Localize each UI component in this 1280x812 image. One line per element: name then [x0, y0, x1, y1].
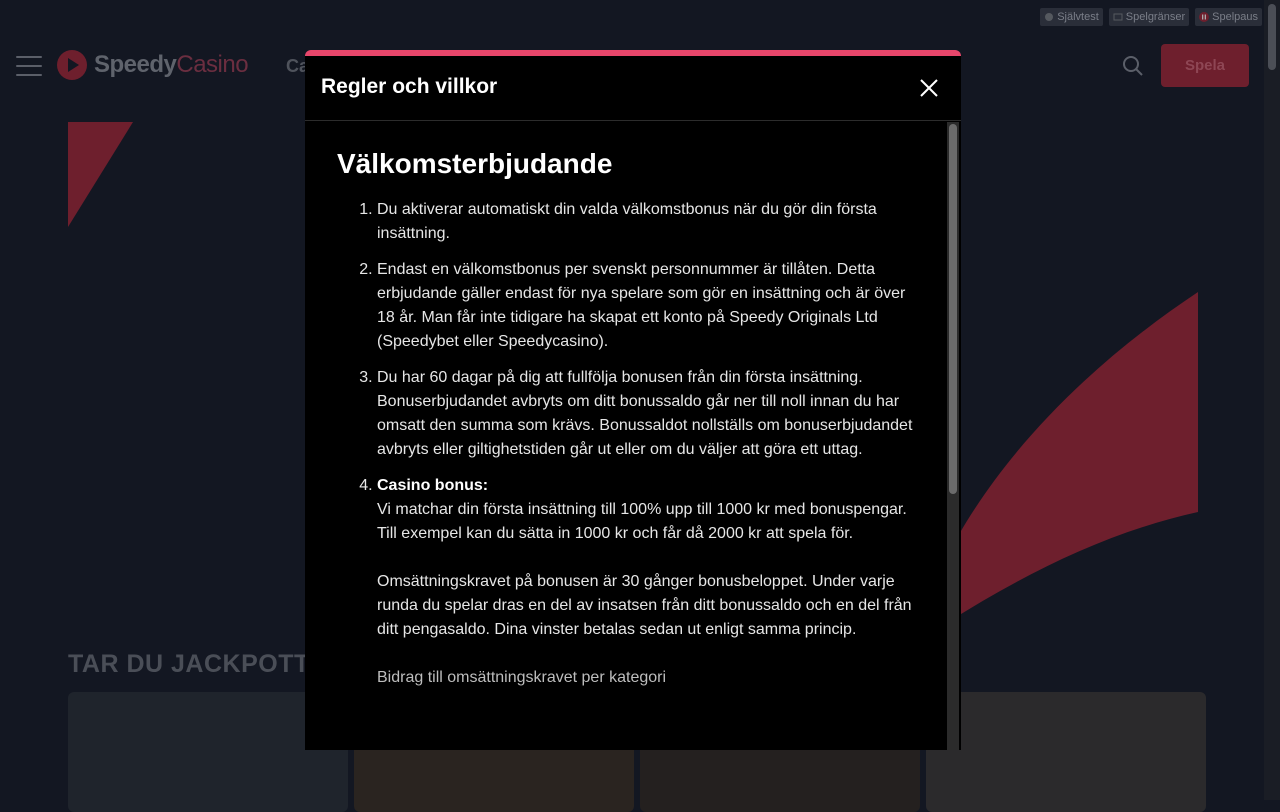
logo-play-icon	[57, 50, 87, 80]
self-test-link[interactable]: Självtest	[1040, 8, 1103, 26]
terms-modal: Regler och villkor Välkomsterbjudande Du…	[305, 50, 961, 750]
page-scrollbar[interactable]	[1264, 0, 1280, 800]
terms-heading: Välkomsterbjudande	[337, 148, 613, 179]
pause-icon	[1199, 12, 1210, 22]
terms-item: Du aktiverar automatiskt din valda välko…	[377, 198, 917, 246]
self-test-label: Självtest	[1057, 11, 1099, 23]
wagering-text: Omsättningskravet på bonusen är 30 gånge…	[377, 573, 912, 638]
pause-link[interactable]: Spelpaus	[1195, 8, 1262, 26]
modal-scrollbar[interactable]	[947, 122, 959, 750]
play-button[interactable]: Spela	[1161, 44, 1249, 87]
terms-item: Casino bonus: Vi matchar din första insä…	[377, 474, 917, 690]
responsible-gaming-bar: Självtest Spelgränser Spelpaus	[1040, 8, 1262, 26]
limits-icon	[1113, 13, 1123, 21]
casino-bonus-title: Casino bonus:	[377, 477, 489, 494]
self-test-icon	[1045, 13, 1054, 21]
terms-content: Välkomsterbjudande Du aktiverar automati…	[337, 148, 917, 702]
terms-item: Du har 60 dagar på dig att fullfölja bon…	[377, 366, 917, 462]
modal-header: Regler och villkor	[305, 56, 961, 121]
modal-body: Välkomsterbjudande Du aktiverar automati…	[305, 120, 961, 750]
game-tile[interactable]	[926, 692, 1206, 812]
search-icon[interactable]	[1122, 55, 1144, 77]
terms-list: Du aktiverar automatiskt din valda välko…	[337, 198, 917, 690]
limits-label: Spelgränser	[1125, 11, 1186, 23]
logo-text-casino: Casino	[176, 51, 249, 78]
limits-link[interactable]: Spelgränser	[1108, 8, 1190, 26]
pause-label: Spelpaus	[1212, 11, 1258, 23]
modal-title: Regler och villkor	[321, 75, 498, 98]
close-icon[interactable]	[917, 76, 941, 100]
site-logo[interactable]: SpeedyCasino	[56, 49, 249, 81]
menu-icon[interactable]	[16, 56, 42, 76]
logo-text-speedy: Speedy	[94, 51, 177, 78]
category-contribution-text: Bidrag till omsättningskravet per katego…	[377, 669, 667, 686]
casino-bonus-text: Vi matchar din första insättning till 10…	[377, 501, 907, 542]
section-title: TAR DU JACKPOTTEN	[68, 650, 346, 678]
terms-item: Endast en välkomstbonus per svenskt pers…	[377, 258, 917, 354]
